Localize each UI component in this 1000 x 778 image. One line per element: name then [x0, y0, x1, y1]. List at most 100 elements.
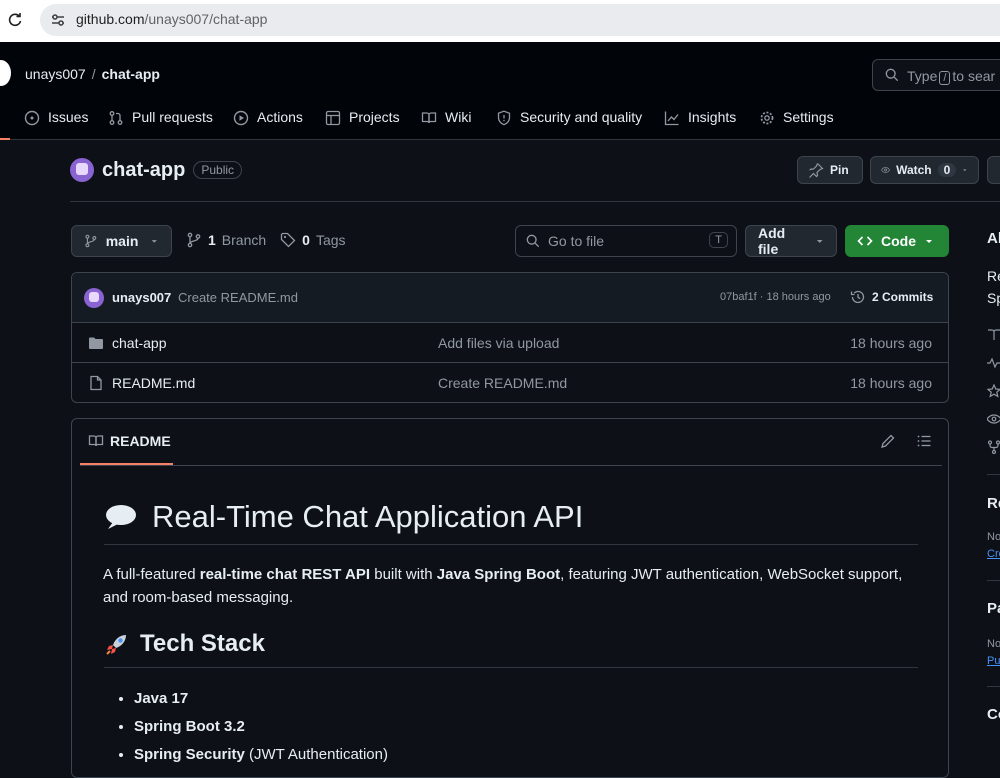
intro-text-2: built with [370, 566, 437, 583]
commit-message[interactable]: Create README.md [178, 290, 298, 305]
releases-heading[interactable]: Re [987, 495, 1000, 512]
readme-tab[interactable]: README [88, 433, 171, 449]
tab-actions-label: Actions [257, 109, 303, 125]
add-file-label: Add file [758, 225, 786, 257]
tech-detail: (JWT Authentication) [244, 746, 388, 763]
readme-intro: A full-featured real-time chat REST API … [103, 563, 923, 609]
global-search-input[interactable]: Type / to sear [872, 59, 1000, 91]
repo-nav: Issues Pull requests Actions Projects Wi… [0, 104, 1000, 140]
github-logo-icon[interactable] [0, 60, 11, 86]
commit-hash-time[interactable]: 07baf1f · 18 hours ago [720, 291, 831, 303]
url-text[interactable]: github.com/unays007/chat-app [76, 11, 267, 27]
branch-selector[interactable]: main [71, 225, 172, 257]
tab-projects-label: Projects [349, 109, 400, 125]
site-info-icon[interactable] [49, 11, 67, 29]
about-description-line-2: Sp [987, 290, 1000, 306]
create-release-link[interactable]: Cre [987, 548, 1000, 560]
code-icon [857, 236, 873, 246]
file-commit-message[interactable]: Add files via upload [438, 335, 559, 351]
packages-empty-text: No [987, 638, 1000, 650]
tab-issues[interactable]: Issues [24, 104, 88, 140]
search-icon [526, 234, 540, 248]
go-to-file-input[interactable]: Go to file T [515, 225, 737, 257]
about-heading: Al [987, 230, 1000, 247]
rocket-icon [106, 635, 126, 655]
file-name[interactable]: README.md [112, 375, 195, 391]
sidebar-divider [987, 580, 1000, 581]
branch-name: main [105, 233, 139, 249]
tech-stack-heading: Tech Stack [104, 630, 265, 658]
watch-count: 0 [937, 163, 957, 177]
packages-heading[interactable]: Pa [987, 600, 1000, 617]
eye-icon[interactable] [987, 412, 1000, 426]
about-description-line-1: Re [987, 268, 1000, 284]
table-row[interactable]: README.md Create README.md 18 hours ago [72, 363, 948, 402]
branches-link[interactable]: 1 Branch [186, 232, 266, 248]
tab-settings[interactable]: Settings [759, 104, 834, 140]
repo-name[interactable]: chat-app [102, 159, 185, 182]
pencil-icon[interactable] [880, 433, 896, 449]
activity-icon[interactable] [987, 356, 1000, 370]
heading-rule [104, 667, 918, 668]
go-to-file-placeholder: Go to file [548, 233, 605, 249]
releases-empty-text: No [987, 531, 1000, 543]
list-item: Java 17 [134, 685, 388, 713]
branch-icon [187, 232, 201, 248]
code-button[interactable]: Code [845, 225, 949, 257]
file-icon [90, 375, 102, 391]
caret-down-icon [816, 240, 823, 243]
star-icon[interactable] [987, 384, 1000, 398]
history-icon [850, 290, 865, 304]
tab-projects[interactable]: Projects [325, 104, 400, 140]
readme-tab-label: README [110, 433, 171, 449]
breadcrumb: unays007 / chat-app [25, 66, 160, 82]
search-icon [885, 68, 899, 82]
list-item: Spring Boot 3.2 [134, 713, 388, 741]
commits-link[interactable]: 2 Commits [850, 289, 933, 305]
tag-count-label: Tags [315, 232, 346, 248]
title-divider [70, 201, 1000, 202]
watch-button[interactable]: Watch 0 [870, 156, 979, 184]
tag-icon [281, 232, 296, 248]
readme-link-icon[interactable] [987, 328, 1000, 342]
tags-link[interactable]: 0 Tags [280, 232, 346, 248]
add-file-button[interactable]: Add file [745, 225, 837, 257]
graph-icon [664, 111, 679, 126]
reload-icon[interactable] [6, 11, 24, 29]
tab-wiki[interactable]: Wiki [421, 104, 471, 140]
list-item: Spring Security (JWT Authentication) [134, 741, 388, 769]
tech-stack-title: Tech Stack [140, 630, 265, 657]
caret-down-icon [152, 240, 158, 243]
fork-button[interactable] [987, 156, 1000, 184]
tab-security[interactable]: Security and quality [496, 104, 642, 140]
play-icon [233, 110, 249, 126]
tech-name: Java 17 [134, 690, 189, 707]
search-text-pre: Type [907, 68, 938, 84]
breadcrumb-repo[interactable]: chat-app [102, 66, 160, 82]
tab-actions[interactable]: Actions [233, 104, 303, 140]
tab-pull-requests-label: Pull requests [132, 109, 213, 125]
visibility-badge: Public [193, 161, 243, 179]
branch-icon [85, 234, 97, 248]
file-commit-message[interactable]: Create README.md [438, 375, 567, 391]
pin-button[interactable]: Pin [797, 156, 863, 184]
breadcrumb-owner[interactable]: unays007 [25, 66, 86, 82]
file-name[interactable]: chat-app [112, 335, 166, 351]
list-icon[interactable] [916, 433, 932, 449]
tab-settings-label: Settings [783, 109, 834, 125]
tab-pull-requests[interactable]: Pull requests [108, 104, 213, 140]
readme-toolbar [880, 433, 932, 449]
tab-insights[interactable]: Insights [664, 104, 736, 140]
sidebar-divider [987, 474, 1000, 475]
sidebar-divider [987, 686, 1000, 687]
breadcrumb-separator: / [91, 66, 96, 82]
fork-icon[interactable] [987, 440, 1000, 454]
table-row[interactable]: chat-app Add files via upload 18 hours a… [72, 323, 948, 363]
contributors-heading[interactable]: Co [987, 706, 1000, 723]
speech-bubble-icon [106, 505, 136, 529]
owner-avatar[interactable] [70, 158, 94, 182]
publish-package-link[interactable]: Pu [987, 655, 1000, 667]
commit-author[interactable]: unays007 [112, 290, 171, 305]
commit-author-avatar[interactable] [84, 288, 104, 308]
file-time: 18 hours ago [850, 335, 932, 351]
